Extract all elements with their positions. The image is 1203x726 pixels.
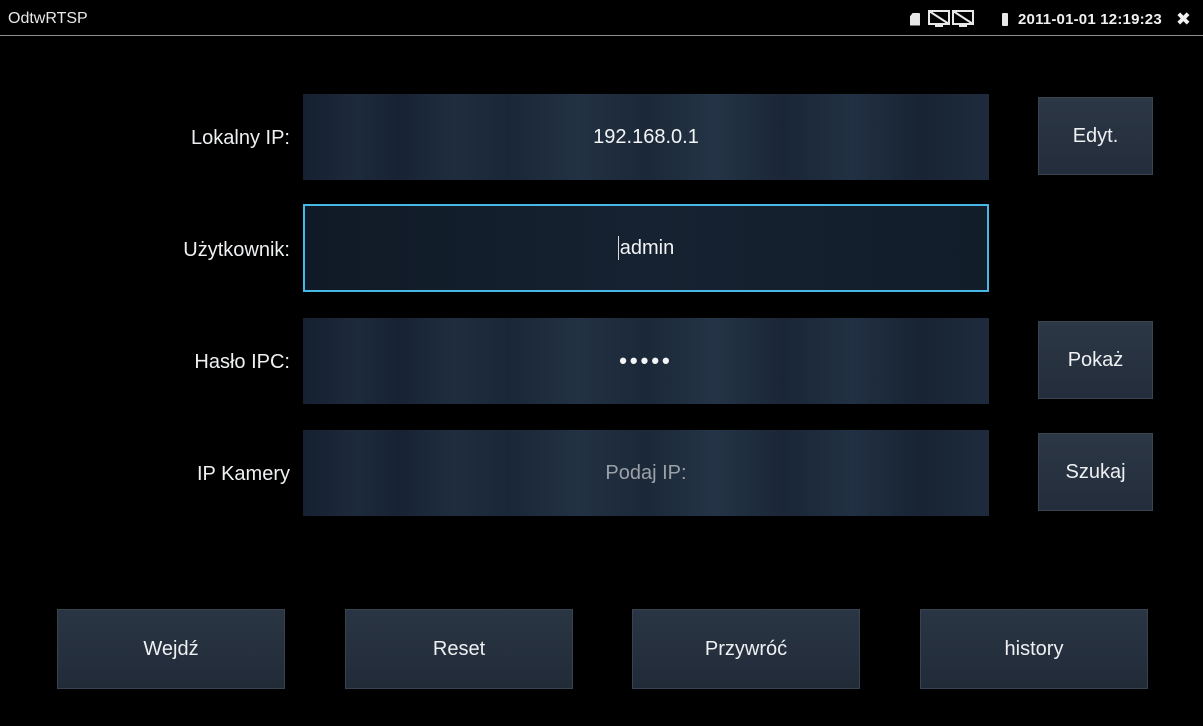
username-value: admin <box>619 236 675 259</box>
search-button[interactable]: Szukaj <box>1038 433 1153 511</box>
local-ip-label: Lokalny IP: <box>191 127 290 149</box>
enter-button[interactable]: Wejdź <box>57 609 285 689</box>
username-label: Użytkownik: <box>183 239 290 261</box>
reset-button[interactable]: Reset <box>345 609 573 689</box>
close-icon[interactable]: ✖ <box>1176 10 1191 28</box>
battery-icon <box>1001 12 1008 26</box>
status-bar: OdtwRTSP 2011-01-01 12:19:23 ✖ <box>0 0 1203 36</box>
local-ip-field[interactable]: 192.168.0.1 <box>303 94 989 180</box>
edit-button[interactable]: Edyt. <box>1038 97 1153 175</box>
camera-ip-label: IP Kamery <box>197 463 290 485</box>
password-label: Hasło IPC: <box>194 351 290 373</box>
password-input[interactable]: ••••• <box>303 318 989 404</box>
status-indicators: 2011-01-01 12:19:23 ✖ <box>909 9 1191 29</box>
camera-ip-placeholder: Podaj IP: <box>605 461 687 484</box>
camera-ip-input[interactable]: Podaj IP: <box>303 430 989 516</box>
show-password-button[interactable]: Pokaż <box>1038 321 1153 399</box>
history-button[interactable]: history <box>920 609 1148 689</box>
restore-button[interactable]: Przywróć <box>632 609 860 689</box>
username-input[interactable]: admin <box>303 204 989 292</box>
app-title: OdtwRTSP <box>8 10 88 27</box>
local-ip-value: 192.168.0.1 <box>593 125 699 148</box>
text-caret <box>617 236 619 260</box>
datetime: 2011-01-01 12:19:23 <box>1017 10 1162 28</box>
sd-card-icon <box>909 12 920 26</box>
network-disconnected-icon <box>927 10 976 28</box>
password-value: ••••• <box>619 348 673 373</box>
